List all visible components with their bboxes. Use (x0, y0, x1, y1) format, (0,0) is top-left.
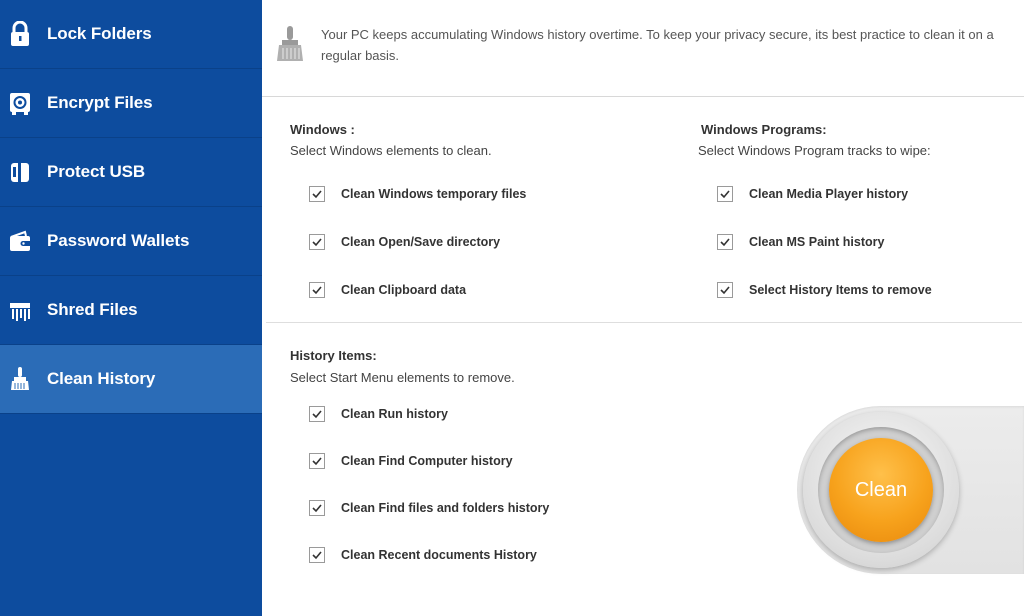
checkbox[interactable] (717, 234, 733, 250)
sidebar-item-protect-usb[interactable]: Protect USB (0, 138, 262, 207)
option-label: Clean Windows temporary files (341, 187, 527, 201)
sidebar-item-label: Protect USB (47, 162, 146, 181)
broom-icon (11, 367, 29, 390)
checkbox[interactable] (717, 282, 733, 298)
checkbox[interactable] (309, 500, 325, 516)
sidebar-item-lock-folders[interactable]: Lock Folders (0, 0, 262, 69)
lock-icon (11, 21, 29, 46)
checkbox[interactable] (717, 186, 733, 202)
clean-button-bezel: Clean (803, 412, 959, 568)
info-notice: Your PC keeps accumulating Windows histo… (262, 0, 1024, 97)
sidebar-item-label: Clean History (47, 369, 156, 388)
option-label: Clean Clipboard data (341, 283, 467, 297)
clean-button[interactable]: Clean (829, 438, 933, 542)
option-label: Select History Items to remove (749, 283, 932, 297)
option-clean-open-save[interactable]: Clean Open/Save directory (309, 231, 500, 253)
checkmark-icon (312, 551, 322, 560)
checkbox[interactable] (309, 453, 325, 469)
option-label: Clean Run history (341, 407, 448, 421)
checkmark-icon (720, 190, 730, 199)
option-label: Clean Recent documents History (341, 548, 537, 562)
sidebar-item-password-wallets[interactable]: Password Wallets (0, 207, 262, 276)
sidebar: Lock Folders Encrypt Files Protect USB P… (0, 0, 262, 616)
notice-text: Your PC keeps accumulating Windows histo… (321, 27, 994, 63)
option-clean-ms-paint[interactable]: Clean MS Paint history (717, 231, 884, 253)
windows-section-subtitle: Select Windows elements to clean. (290, 143, 492, 158)
windows-section-title: Windows : (290, 122, 355, 137)
clean-button-panel: Clean (797, 406, 1024, 574)
shredder-icon (10, 303, 30, 321)
checkmark-icon (720, 286, 730, 295)
history-section-subtitle: Select Start Menu elements to remove. (290, 370, 515, 385)
option-clean-find-computer[interactable]: Clean Find Computer history (309, 450, 513, 472)
sidebar-item-label: Lock Folders (47, 24, 152, 43)
sidebar-item-encrypt-files[interactable]: Encrypt Files (0, 69, 262, 138)
broom-icon (277, 26, 303, 61)
checkmark-icon (312, 457, 322, 466)
sidebar-item-label: Password Wallets (47, 231, 190, 250)
checkmark-icon (312, 190, 322, 199)
checkbox[interactable] (309, 186, 325, 202)
option-label: Clean Find files and folders history (341, 501, 550, 515)
sidebar-item-clean-history[interactable]: Clean History (0, 345, 262, 414)
programs-section-subtitle: Select Windows Program tracks to wipe: (698, 143, 931, 158)
option-label: Clean Media Player history (749, 187, 909, 201)
programs-section-title: Windows Programs: (701, 122, 827, 137)
checkbox[interactable] (309, 234, 325, 250)
usb-icon (11, 163, 29, 182)
main-panel: Your PC keeps accumulating Windows histo… (262, 0, 1024, 616)
safe-icon (10, 93, 30, 115)
option-label: Clean MS Paint history (749, 235, 885, 249)
option-clean-media-player[interactable]: Clean Media Player history (717, 183, 908, 205)
option-clean-temp-files[interactable]: Clean Windows temporary files (309, 183, 526, 205)
sidebar-item-shred-files[interactable]: Shred Files (0, 276, 262, 345)
history-section-title: History Items: (290, 348, 377, 363)
option-clean-find-files[interactable]: Clean Find files and folders history (309, 497, 549, 519)
checkbox[interactable] (309, 406, 325, 422)
checkbox[interactable] (309, 282, 325, 298)
option-label: Clean Open/Save directory (341, 235, 501, 249)
sidebar-item-label: Shred Files (47, 300, 138, 319)
checkmark-icon (312, 286, 322, 295)
option-clean-clipboard[interactable]: Clean Clipboard data (309, 279, 466, 301)
checkbox[interactable] (309, 547, 325, 563)
sidebar-item-label: Encrypt Files (47, 93, 153, 112)
checkmark-icon (312, 410, 322, 419)
checkmark-icon (720, 238, 730, 247)
clean-button-ring: Clean (818, 427, 944, 553)
checkmark-icon (312, 504, 322, 513)
wallet-icon (10, 230, 30, 251)
option-clean-recent-docs[interactable]: Clean Recent documents History (309, 544, 537, 566)
checkmark-icon (312, 238, 322, 247)
option-select-history-items[interactable]: Select History Items to remove (717, 279, 932, 301)
section-divider (266, 322, 1022, 323)
option-label: Clean Find Computer history (341, 454, 513, 468)
option-clean-run-history[interactable]: Clean Run history (309, 403, 448, 425)
